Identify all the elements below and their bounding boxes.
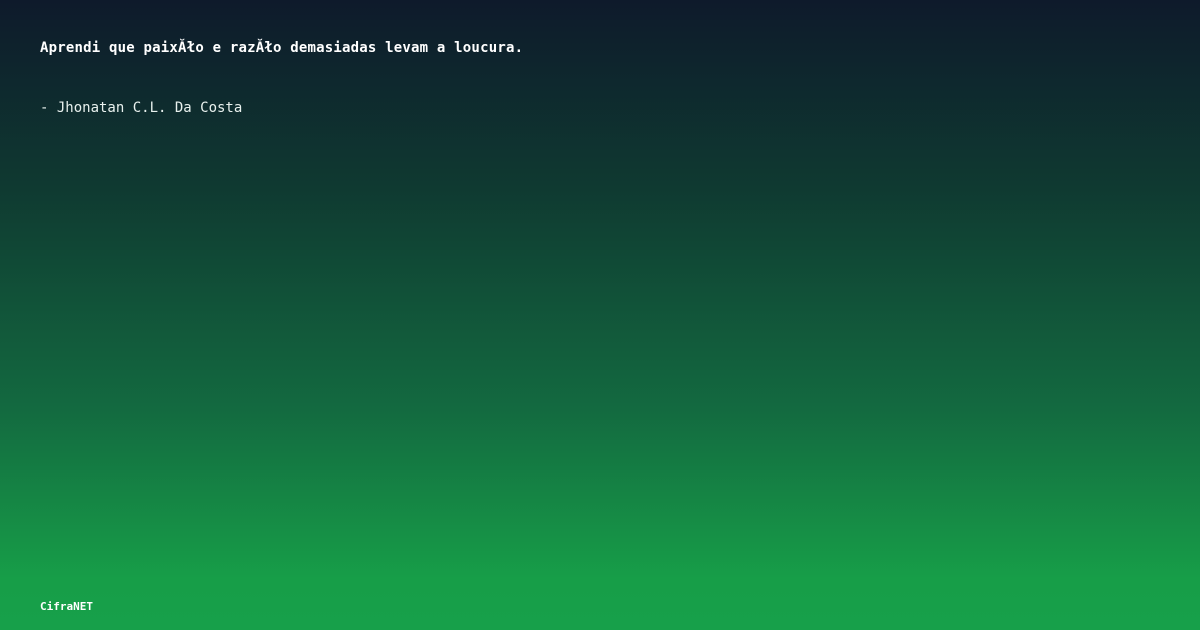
quote-text: Aprendi que paixĂło e razĂło demasiadas … <box>40 40 524 56</box>
quote-card: Aprendi que paixĂło e razĂło demasiadas … <box>0 0 1200 630</box>
quote-author: - Jhonatan C.L. Da Costa <box>40 100 243 116</box>
brand-name: CifraNET <box>40 600 93 613</box>
